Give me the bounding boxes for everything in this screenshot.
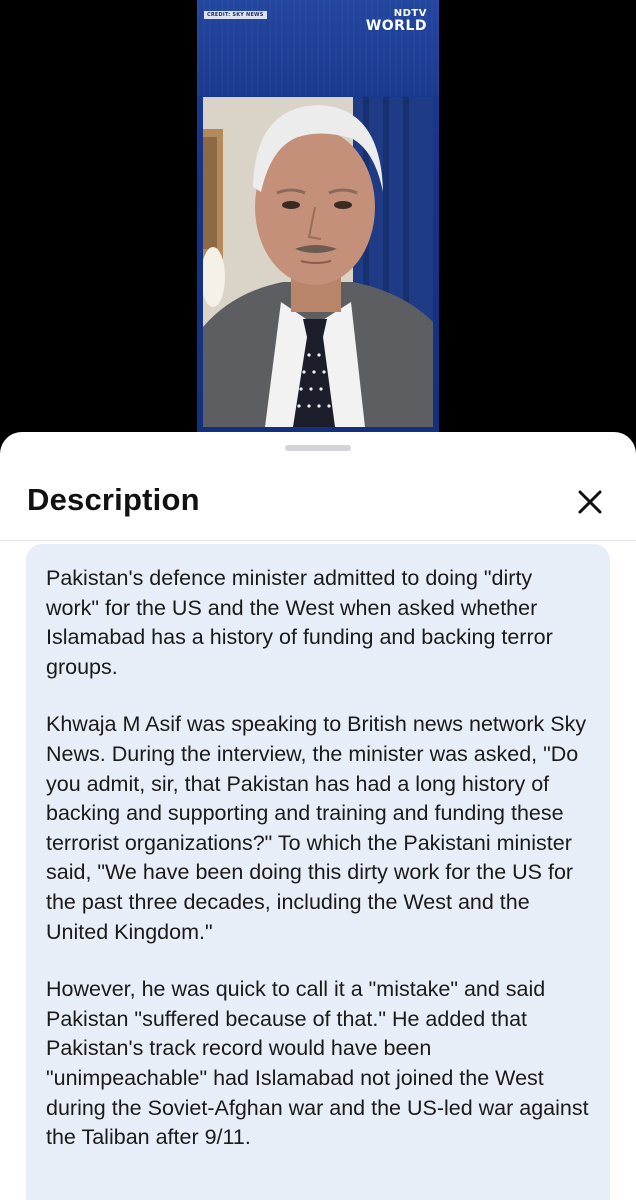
- close-button[interactable]: [570, 482, 610, 522]
- video-frame-image: [203, 97, 433, 427]
- sheet-grabber-handle[interactable]: [285, 445, 351, 451]
- sheet-title: Description: [27, 482, 200, 517]
- header-divider: [0, 540, 636, 541]
- description-card: Pakistan's defence minister admitted to …: [26, 544, 610, 1200]
- channel-logo-line2: WORLD: [365, 18, 427, 34]
- channel-logo: NDTV WORLD: [365, 9, 427, 34]
- description-sheet: Description Pakistan's defence minister …: [0, 432, 636, 1200]
- description-paragraph-3: However, he was quick to call it a "mist…: [46, 977, 589, 1150]
- video-player[interactable]: CREDIT: SKY NEWS NDTV WORLD: [197, 0, 439, 432]
- interviewee-image: [203, 97, 433, 427]
- description-paragraph-2: Khwaja M Asif was speaking to British ne…: [46, 712, 587, 944]
- close-icon: [578, 490, 602, 514]
- video-credit-label: CREDIT: SKY NEWS: [204, 11, 267, 19]
- description-paragraph-1: Pakistan's defence minister admitted to …: [46, 566, 553, 679]
- screen: CREDIT: SKY NEWS NDTV WORLD Description …: [0, 0, 636, 1200]
